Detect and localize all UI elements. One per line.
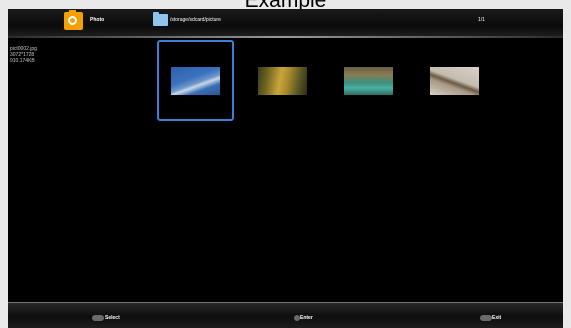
caption-title: Example <box>0 0 571 9</box>
exit-key-icon <box>480 315 492 321</box>
thumbnail-forest-path-photo[interactable] <box>258 63 307 95</box>
bottom-bar: Select Enter Exit <box>8 302 563 328</box>
folder-path: /storage/sdcard/picture <box>170 17 221 23</box>
thumbnail-sea-photo[interactable] <box>171 63 220 95</box>
select-key-icon <box>92 315 104 321</box>
lake-photo-icon <box>344 67 393 95</box>
select-label: Select <box>105 315 120 321</box>
sea-photo-icon <box>171 67 220 95</box>
page-indicator: 1/1 <box>478 17 485 23</box>
bird-on-branch-photo-icon <box>430 67 479 95</box>
forest-path-photo-icon <box>258 67 307 95</box>
folder-icon <box>153 12 168 26</box>
enter-label: Enter <box>300 315 313 321</box>
thumbnail-lake-photo[interactable] <box>344 63 393 95</box>
top-bar: Photo /storage/sdcard/picture 1/1 <box>8 9 563 38</box>
file-info-panel: pict0002.jpg 3072*1728 910.174KB <box>10 46 37 64</box>
thumbnail-bird-on-branch-photo[interactable] <box>430 63 479 95</box>
tv-screen: Photo /storage/sdcard/picture 1/1 pict00… <box>8 9 563 328</box>
camera-icon <box>64 10 83 30</box>
app-title: Photo <box>90 17 105 23</box>
file-size: 910.174KB <box>10 58 35 64</box>
exit-label: Exit <box>492 315 502 321</box>
